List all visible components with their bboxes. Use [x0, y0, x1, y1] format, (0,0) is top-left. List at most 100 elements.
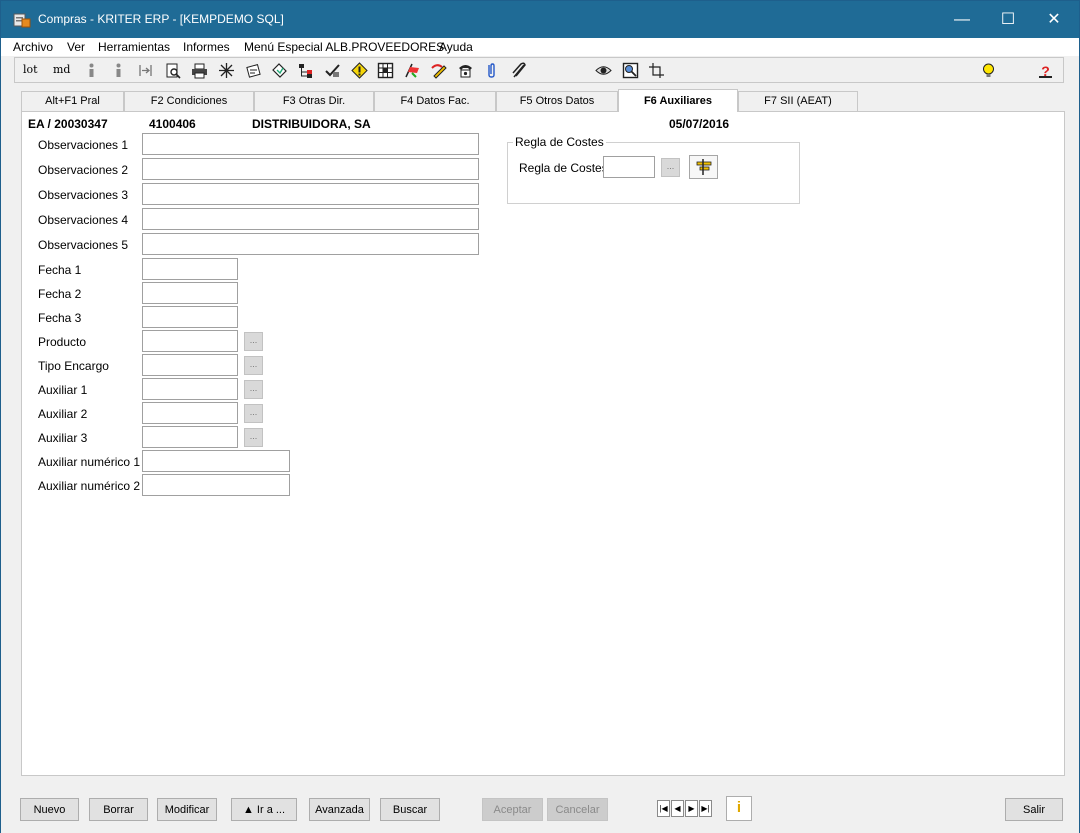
nuevo-button[interactable]: Nuevo: [20, 798, 79, 821]
auxnum2-input[interactable]: [142, 474, 290, 496]
regla-costes-lookup-button[interactable]: ...: [661, 158, 680, 177]
info-icon[interactable]: [83, 62, 100, 79]
salir-button[interactable]: Salir: [1005, 798, 1063, 821]
obs1-input[interactable]: [142, 133, 479, 155]
buscar-button[interactable]: Buscar: [380, 798, 440, 821]
avanzada-button[interactable]: Avanzada: [309, 798, 370, 821]
paperclip-icon[interactable]: [483, 62, 500, 79]
menu-especial[interactable]: Menú Especial ALB.PROVEEDORES: [244, 40, 444, 54]
minimize-button[interactable]: —: [939, 1, 985, 38]
fecha1-input[interactable]: [142, 258, 238, 280]
tab-strip: Alt+F1 Pral F2 Condiciones F3 Otras Dir.…: [21, 89, 1065, 112]
cancelar-button[interactable]: Cancelar: [547, 798, 608, 821]
producto-lookup-button[interactable]: ...: [244, 332, 263, 351]
asterisk-icon[interactable]: [218, 62, 235, 79]
tab-pral[interactable]: Alt+F1 Pral: [21, 91, 124, 111]
aux1-label: Auxiliar 1: [38, 383, 88, 397]
menu-informes[interactable]: Informes: [183, 40, 230, 54]
toolbar: lot md ?: [14, 57, 1064, 83]
tab-condiciones[interactable]: F2 Condiciones: [124, 91, 254, 111]
aux1-lookup-button[interactable]: ...: [244, 380, 263, 399]
pencil-icon[interactable]: [431, 62, 448, 79]
lot-button[interactable]: lot: [23, 63, 38, 76]
auxnum2-label: Auxiliar numérico 2: [38, 479, 141, 493]
phone-icon[interactable]: [457, 62, 474, 79]
lightbulb-icon[interactable]: [980, 62, 997, 79]
modificar-button[interactable]: Modificar: [157, 798, 217, 821]
tab-datos-fac[interactable]: F4 Datos Fac.: [374, 91, 496, 111]
menu-herramientas[interactable]: Herramientas: [98, 40, 170, 54]
document-number: EA / 20030347: [28, 117, 108, 131]
aux3-input[interactable]: [142, 426, 238, 448]
obs4-label: Observaciones 4: [38, 213, 129, 227]
grid-icon[interactable]: [377, 62, 394, 79]
regla-costes-label: Regla de Costes: [519, 161, 608, 175]
aux2-label: Auxiliar 2: [38, 407, 88, 421]
aux2-input[interactable]: [142, 402, 238, 424]
tab-sii[interactable]: F7 SII (AEAT): [738, 91, 858, 111]
maximize-button[interactable]: ☐: [985, 1, 1031, 38]
md-button[interactable]: md: [53, 63, 70, 76]
document-date: 05/07/2016: [669, 117, 730, 131]
tab-otras-dir[interactable]: F3 Otras Dir.: [254, 91, 374, 111]
aux2-lookup-button[interactable]: ...: [244, 404, 263, 423]
auxnum1-input[interactable]: [142, 450, 290, 472]
obs2-label: Observaciones 2: [38, 163, 129, 177]
prev-record-button[interactable]: ◀: [671, 800, 684, 817]
regla-costes-input[interactable]: [603, 156, 655, 178]
warning-icon[interactable]: [351, 62, 368, 79]
fecha2-input[interactable]: [142, 282, 238, 304]
clip-icon[interactable]: [510, 62, 527, 79]
email-icon[interactable]: [271, 62, 288, 79]
tab-otros-datos[interactable]: F5 Otros Datos: [496, 91, 618, 111]
tree-icon[interactable]: [297, 62, 314, 79]
eye-icon[interactable]: [595, 62, 612, 79]
tipo-encargo-lookup-button[interactable]: ...: [244, 356, 263, 375]
menu-archivo[interactable]: Archivo: [13, 40, 53, 54]
borrar-button[interactable]: Borrar: [89, 798, 148, 821]
obs3-label: Observaciones 3: [38, 188, 129, 202]
first-record-button[interactable]: |◀: [657, 800, 670, 817]
fecha3-label: Fecha 3: [38, 311, 82, 325]
fecha1-label: Fecha 1: [38, 263, 82, 277]
title-bar[interactable]: Compras - KRITER ERP - [KEMPDEMO SQL] — …: [1, 1, 1079, 38]
flag-icon[interactable]: [404, 62, 421, 79]
print-icon[interactable]: [191, 62, 208, 79]
help-icon[interactable]: ?: [1037, 62, 1054, 79]
obs1-label: Observaciones 1: [38, 138, 129, 152]
aceptar-button[interactable]: Aceptar: [482, 798, 543, 821]
search-icon[interactable]: [622, 62, 639, 79]
producto-input[interactable]: [142, 330, 238, 352]
menu-bar: Archivo Ver Herramientas Informes Menú E…: [1, 38, 1079, 56]
fecha3-input[interactable]: [142, 306, 238, 328]
close-button[interactable]: ✕: [1031, 1, 1077, 38]
check-mark-icon[interactable]: [324, 62, 341, 79]
obs4-input[interactable]: [142, 208, 479, 230]
ir-a-button[interactable]: ▲ Ir a ...: [231, 798, 297, 821]
aux3-lookup-button[interactable]: ...: [244, 428, 263, 447]
next-record-button[interactable]: ▶: [685, 800, 698, 817]
regla-costes-tool-button[interactable]: [689, 155, 718, 179]
menu-ver[interactable]: Ver: [67, 40, 85, 54]
insert-icon[interactable]: [137, 62, 154, 79]
supplier-code: 4100406: [149, 117, 196, 131]
crop-icon[interactable]: [648, 62, 665, 79]
obs5-label: Observaciones 5: [38, 238, 129, 252]
obs5-input[interactable]: [142, 233, 479, 255]
aux1-input[interactable]: [142, 378, 238, 400]
attach-doc-icon[interactable]: [245, 62, 262, 79]
info-button[interactable]: i: [726, 796, 752, 821]
print-preview-icon[interactable]: [165, 62, 182, 79]
auxnum1-label: Auxiliar numérico 1: [38, 455, 141, 469]
auxiliares-panel: EA / 20030347 4100406 DISTRIBUIDORA, SA …: [21, 111, 1065, 776]
regla-costes-group: Regla de Costes Regla de Costes ...: [507, 135, 800, 204]
obs2-input[interactable]: [142, 158, 479, 180]
producto-label: Producto: [38, 335, 87, 349]
menu-ayuda[interactable]: Ayuda: [439, 40, 473, 54]
tab-auxiliares[interactable]: F6 Auxiliares: [618, 89, 738, 112]
tipo-encargo-input[interactable]: [142, 354, 238, 376]
last-record-button[interactable]: ▶|: [699, 800, 712, 817]
app-window: Compras - KRITER ERP - [KEMPDEMO SQL] — …: [0, 0, 1080, 833]
info-icon[interactable]: [110, 62, 127, 79]
obs3-input[interactable]: [142, 183, 479, 205]
